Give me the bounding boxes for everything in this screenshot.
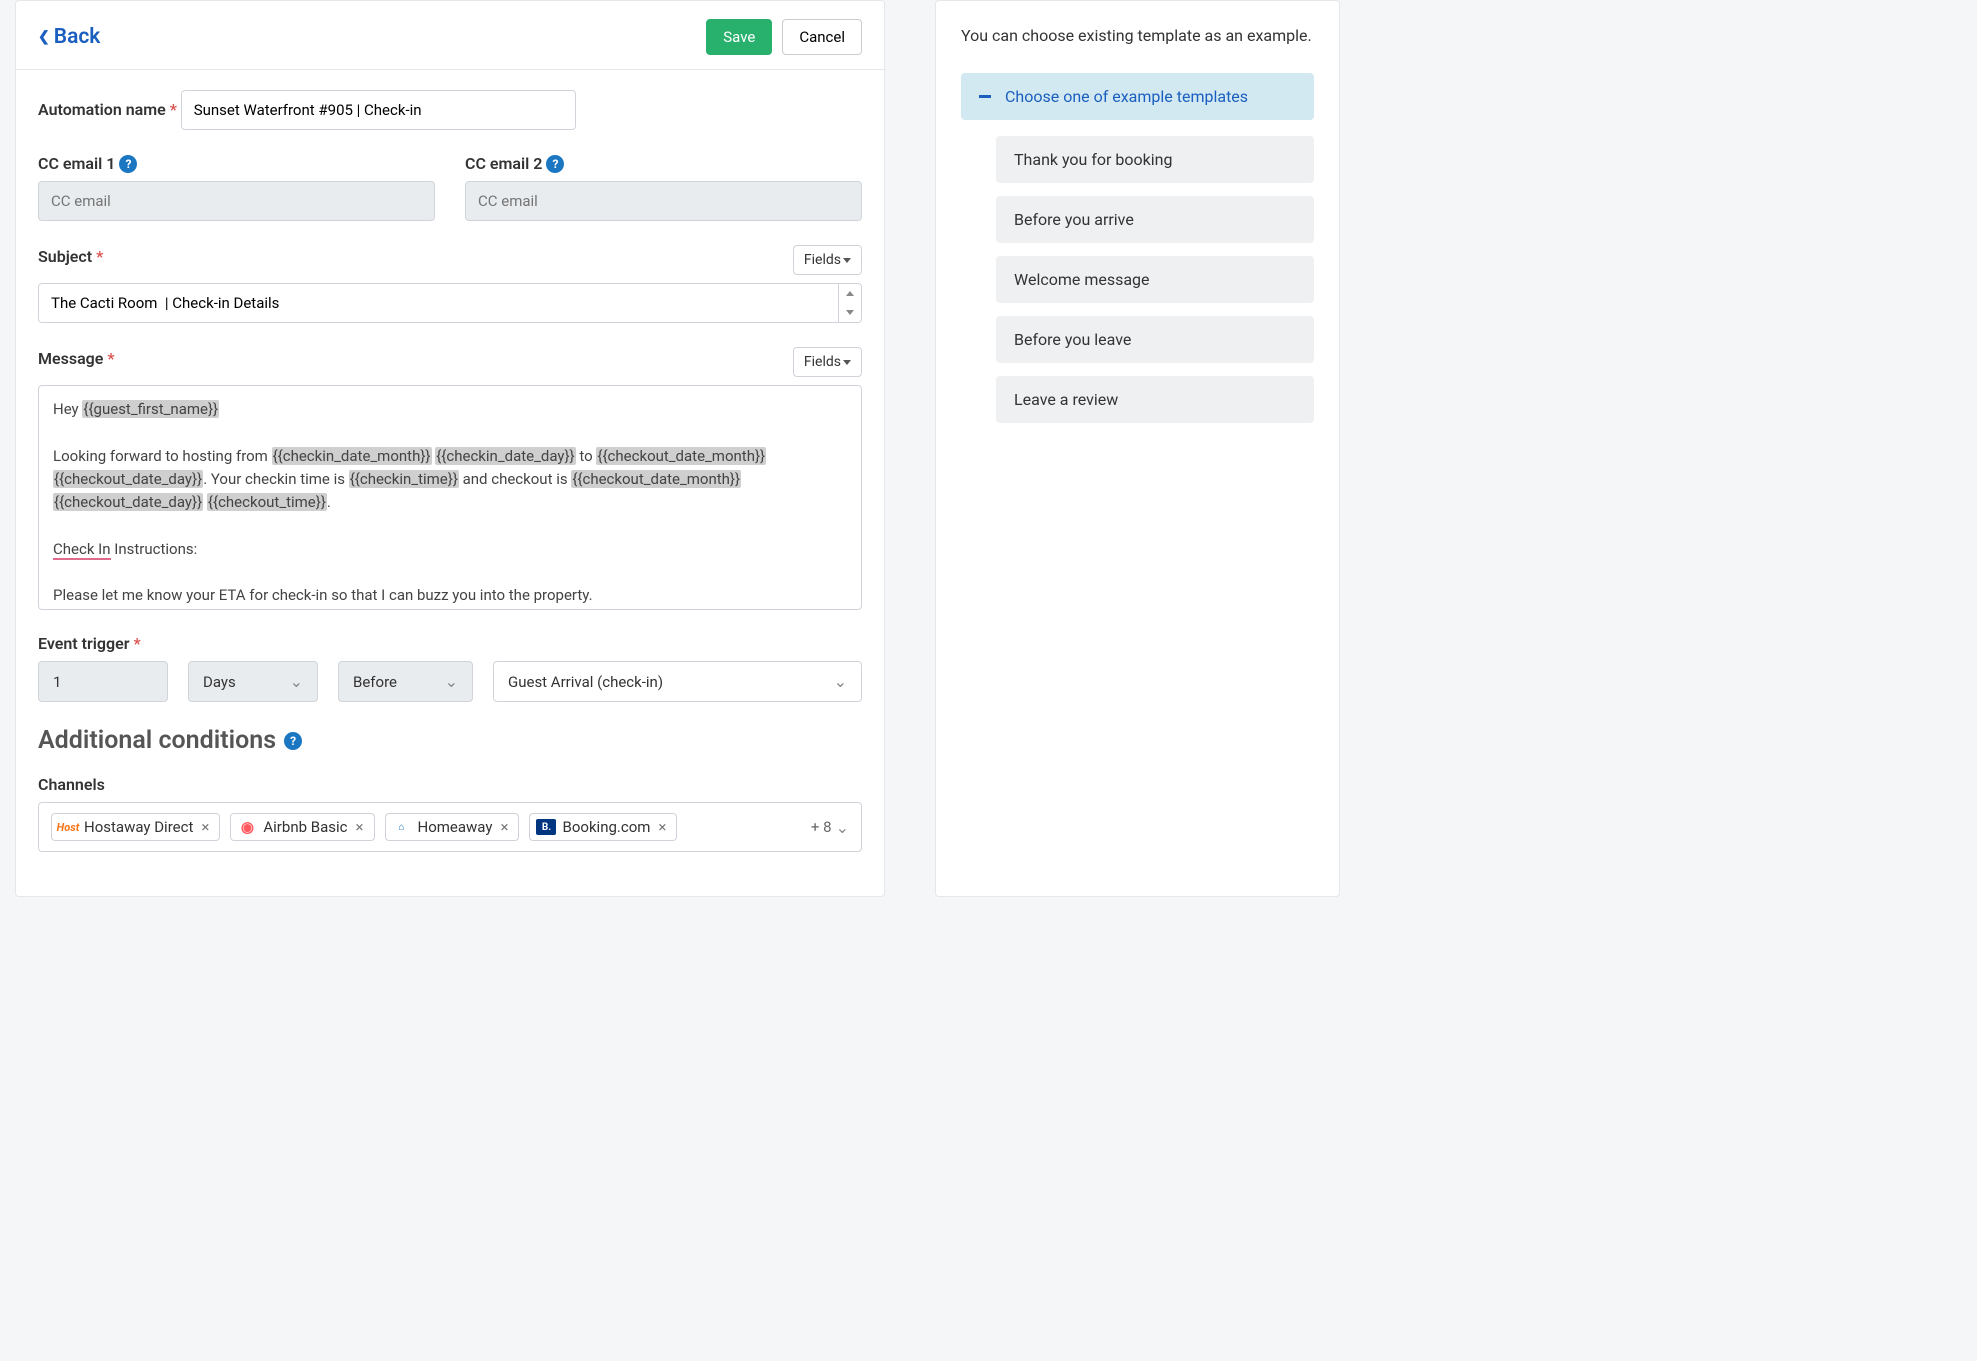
cc-email2-group: CC email 2 ?	[465, 154, 862, 221]
chevron-left-icon: ❮	[38, 29, 50, 45]
message-group: Message * Fields Hey {{guest_first_name}…	[38, 347, 862, 610]
channel-tag: Host Hostaway Direct ×	[51, 813, 220, 841]
spinner-up[interactable]	[839, 284, 861, 303]
event-trigger-label: Event trigger *	[38, 634, 141, 653]
message-fields-dropdown[interactable]: Fields	[793, 347, 862, 377]
var-checkout-date-day: {{checkout_date_day}}	[53, 470, 203, 488]
var-guest-first-name: {{guest_first_name}}	[82, 400, 219, 418]
automation-name-label: Automation name *	[38, 100, 177, 119]
back-label: Back	[54, 25, 101, 49]
caret-down-icon	[843, 258, 851, 263]
subject-fields-dropdown[interactable]: Fields	[793, 245, 862, 275]
header-bar: ❮ Back Save Cancel	[16, 1, 884, 70]
template-item[interactable]: Before you leave	[996, 316, 1314, 363]
var-checkout-date-day2: {{checkout_date_day}}	[53, 493, 203, 511]
channel-tag: ◉ Airbnb Basic ×	[230, 813, 374, 841]
help-icon[interactable]: ?	[546, 155, 564, 173]
channels-label: Channels	[38, 775, 105, 794]
back-link[interactable]: ❮ Back	[38, 25, 100, 49]
templates-intro: You can choose existing template as an e…	[961, 26, 1314, 45]
trigger-event-select[interactable]: Guest Arrival (check-in)⌄	[493, 661, 862, 702]
template-item[interactable]: Leave a review	[996, 376, 1314, 423]
message-label: Message *	[38, 349, 115, 368]
spinner-down[interactable]	[839, 303, 861, 322]
remove-channel-button[interactable]: ×	[201, 818, 209, 836]
var-checkin-time: {{checkin_time}}	[349, 470, 459, 488]
channels-group: Channels Host Hostaway Direct × ◉ Airbnb…	[38, 775, 862, 852]
var-checkin-date-day: {{checkin_date_day}}	[435, 447, 575, 465]
save-button[interactable]: Save	[706, 19, 772, 55]
var-address: {{address}}	[320, 609, 396, 610]
more-channels-toggle[interactable]: + 8 ⌄	[811, 818, 849, 837]
cc-email2-label: CC email 2 ?	[465, 154, 564, 173]
var-checkout-date-month2: {{checkout_date_month}}	[571, 470, 741, 488]
message-editor[interactable]: Hey {{guest_first_name}} Looking forward…	[38, 385, 862, 610]
cc-email1-input[interactable]	[38, 181, 435, 221]
chevron-down-icon: ⌄	[836, 818, 849, 837]
homeaway-icon: ⌂	[392, 819, 412, 835]
remove-channel-button[interactable]: ×	[658, 818, 666, 836]
event-trigger-group: Event trigger * 1 Days⌄ Before⌄ Guest Ar…	[38, 634, 862, 702]
var-checkin-date-month: {{checkin_date_month}}	[272, 447, 432, 465]
cc-email1-label: CC email 1 ?	[38, 154, 137, 173]
template-item[interactable]: Welcome message	[996, 256, 1314, 303]
chevron-down-icon: ⌄	[290, 672, 303, 691]
chevron-down-icon: ⌄	[445, 672, 458, 691]
airbnb-icon: ◉	[237, 819, 257, 835]
channel-tag: ⌂ Homeaway ×	[385, 813, 520, 841]
subject-input[interactable]	[39, 284, 838, 322]
form-body: Automation name * CC email 1 ? CC email …	[16, 70, 884, 896]
caret-down-icon	[843, 360, 851, 365]
header-actions: Save Cancel	[706, 19, 862, 55]
chevron-down-icon: ⌄	[834, 672, 847, 691]
cc-email1-group: CC email 1 ?	[38, 154, 435, 221]
subject-input-wrapper	[38, 283, 862, 323]
help-icon[interactable]: ?	[119, 155, 137, 173]
spinner-arrows	[838, 284, 861, 322]
help-icon[interactable]: ?	[284, 732, 302, 750]
cancel-button[interactable]: Cancel	[782, 19, 862, 55]
trigger-when-select[interactable]: Before⌄	[338, 661, 473, 702]
channels-multiselect[interactable]: Host Hostaway Direct × ◉ Airbnb Basic × …	[38, 802, 862, 852]
subject-group: Subject * Fields	[38, 245, 862, 323]
templates-panel: You can choose existing template as an e…	[935, 0, 1340, 897]
trigger-unit-select[interactable]: Days⌄	[188, 661, 318, 702]
var-checkout-time: {{checkout_time}}	[207, 493, 327, 511]
template-item[interactable]: Thank you for booking	[996, 136, 1314, 183]
minus-icon	[979, 95, 991, 98]
template-item[interactable]: Before you arrive	[996, 196, 1314, 243]
automation-name-input[interactable]	[181, 90, 576, 130]
trigger-count-input[interactable]: 1	[38, 661, 168, 702]
remove-channel-button[interactable]: ×	[500, 818, 508, 836]
cc-email2-input[interactable]	[465, 181, 862, 221]
hostaway-icon: Host	[58, 819, 78, 835]
booking-icon: B.	[536, 819, 556, 835]
templates-accordion-header[interactable]: Choose one of example templates	[961, 73, 1314, 120]
automation-form-panel: ❮ Back Save Cancel Automation name * CC …	[15, 0, 885, 897]
channel-tag: B. Booking.com ×	[529, 813, 677, 841]
additional-conditions-heading: Additional conditions ?	[38, 726, 862, 755]
arrow-up-icon	[846, 291, 854, 296]
automation-name-group: Automation name *	[38, 90, 862, 130]
remove-channel-button[interactable]: ×	[356, 818, 364, 836]
var-checkout-date-month: {{checkout_date_month}}	[596, 447, 766, 465]
arrow-down-icon	[846, 310, 854, 315]
subject-label: Subject *	[38, 247, 103, 266]
